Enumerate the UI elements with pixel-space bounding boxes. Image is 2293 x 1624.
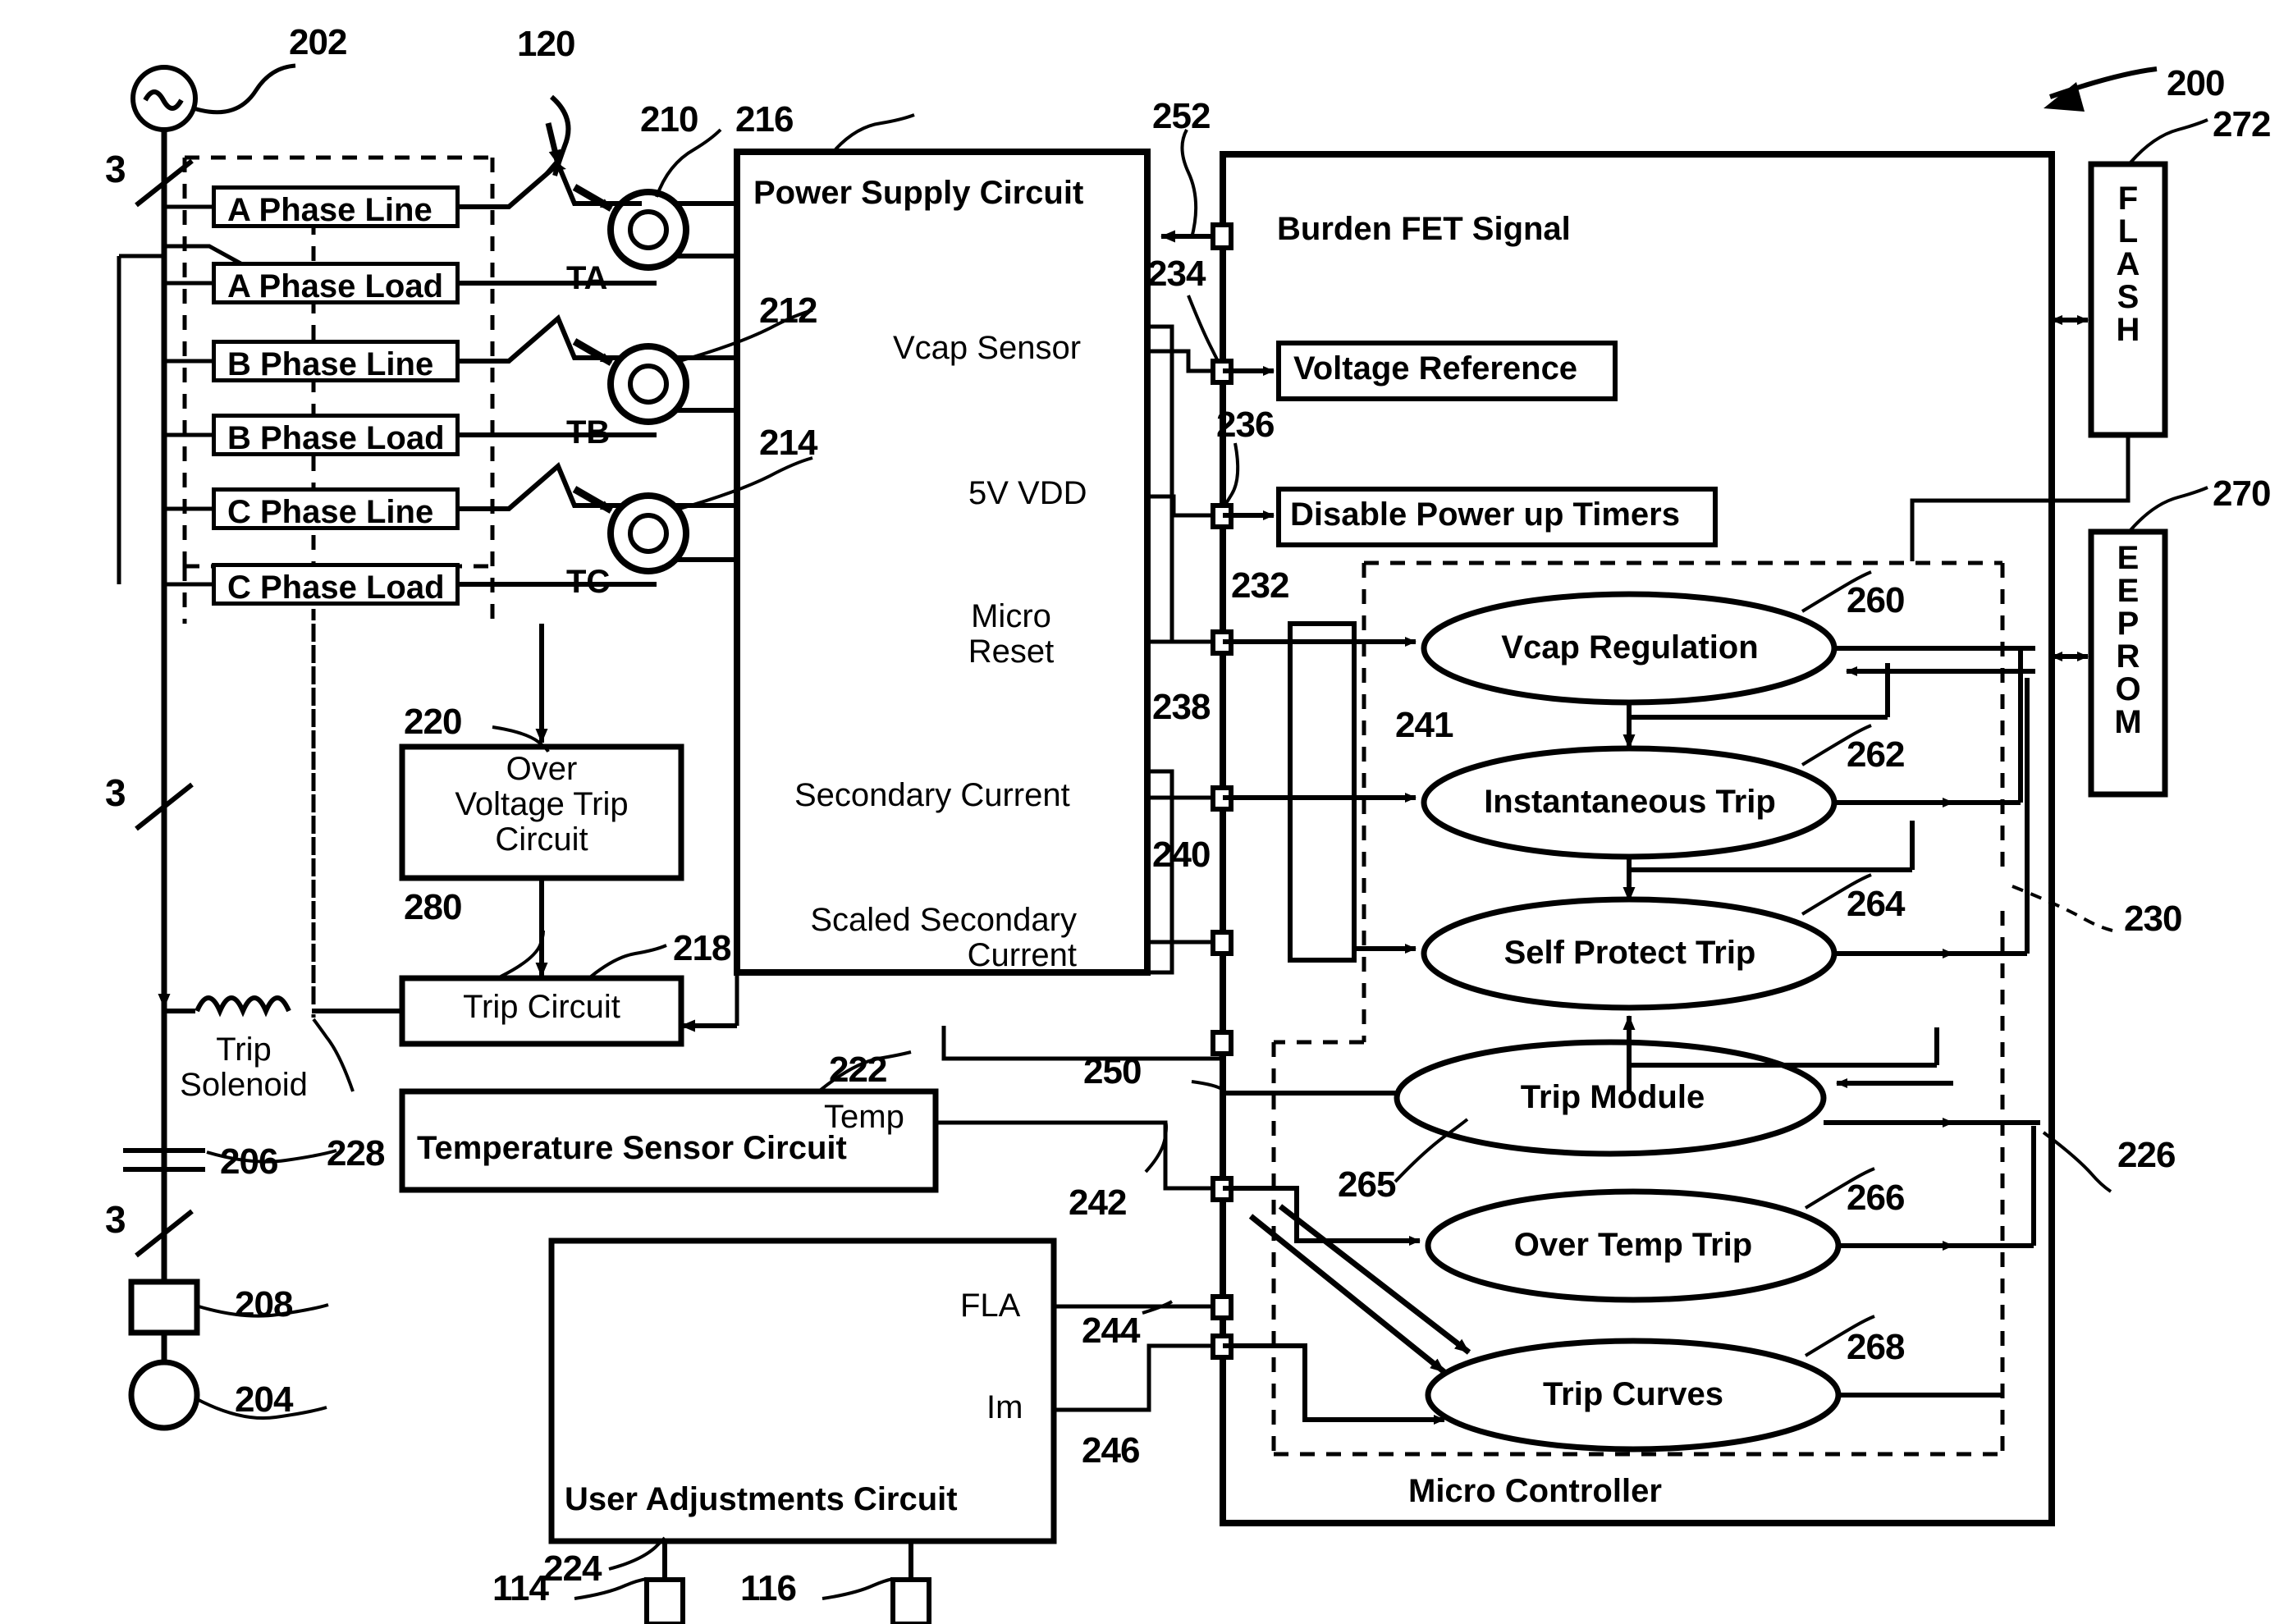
ref-236: 236 bbox=[1216, 405, 1275, 445]
power-supply-title: Power Supply Circuit bbox=[753, 175, 1084, 211]
signal-micro-reset: Micro Reset bbox=[968, 598, 1055, 670]
ref-224: 224 bbox=[543, 1549, 602, 1589]
eeprom-label: E E P R O M bbox=[2114, 540, 2142, 740]
phase-box-a-line: A Phase Line bbox=[212, 185, 460, 228]
phase-box-b-line: B Phase Line bbox=[212, 340, 460, 382]
ref-114-knob: 114 bbox=[492, 1568, 549, 1608]
ref-242: 242 bbox=[1069, 1183, 1127, 1223]
self-protect-trip-label: Self Protect Trip bbox=[1503, 935, 1756, 971]
burden-fet-signal-label: Burden FET Signal bbox=[1277, 211, 1571, 247]
a-phase-load-label: A Phase Load bbox=[227, 268, 444, 304]
fla-output-label: FLA bbox=[960, 1288, 1021, 1324]
voltage-reference-label: Voltage Reference bbox=[1293, 350, 1578, 387]
vcap-regulation-label: Vcap Regulation bbox=[1501, 629, 1759, 666]
signal-5v-vdd: 5V VDD bbox=[968, 475, 1087, 511]
phase-count-bottom: 3 bbox=[105, 1198, 126, 1241]
phase-box-c-line: C Phase Line bbox=[212, 487, 460, 530]
ref-202-ac-source: 202 bbox=[289, 22, 347, 62]
ref-208-resistor: 208 bbox=[235, 1284, 293, 1324]
diagram-wires bbox=[117, 63, 2208, 1624]
temperature-sensor-title: Temperature Sensor Circuit bbox=[417, 1130, 847, 1166]
instantaneous-trip-label: Instantaneous Trip bbox=[1484, 784, 1776, 820]
disable-power-up-timers-label: Disable Power up Timers bbox=[1290, 496, 1680, 533]
ref-234: 234 bbox=[1147, 254, 1206, 294]
ref-116-knob: 116 bbox=[740, 1568, 797, 1608]
flash-label: F L A S H bbox=[2116, 181, 2140, 348]
ref-226-bus: 226 bbox=[2117, 1135, 2176, 1175]
ref-268: 268 bbox=[1847, 1327, 1905, 1367]
ref-210-ct: 210 bbox=[640, 99, 698, 140]
phase-box-a-load: A Phase Load bbox=[212, 262, 460, 304]
figure-number: 200 bbox=[2167, 63, 2225, 103]
ref-222: 222 bbox=[829, 1050, 887, 1090]
b-phase-load-label: B Phase Load bbox=[227, 420, 445, 456]
ct-ta-label: TA bbox=[566, 260, 608, 296]
ref-228: 228 bbox=[327, 1133, 385, 1173]
over-voltage-trip-title: Over Voltage Trip Circuit bbox=[455, 751, 629, 858]
ref-272-flash: 272 bbox=[2213, 104, 2271, 144]
temp-output-label: Temp bbox=[824, 1099, 904, 1135]
user-adjustments-title: User Adjustments Circuit bbox=[565, 1481, 958, 1517]
ref-260: 260 bbox=[1847, 580, 1905, 620]
ref-264: 264 bbox=[1847, 884, 1905, 924]
signal-secondary-current: Secondary Current bbox=[794, 777, 1070, 813]
signal-scaled-secondary-current: Scaled Secondary Current bbox=[810, 902, 1077, 974]
ref-241: 241 bbox=[1395, 705, 1453, 745]
ref-262: 262 bbox=[1847, 734, 1905, 775]
over-temp-trip-label: Over Temp Trip bbox=[1513, 1227, 1753, 1263]
ref-216-power-supply: 216 bbox=[735, 99, 794, 140]
ct-tb-label: TB bbox=[566, 414, 611, 451]
ref-250: 250 bbox=[1083, 1051, 1142, 1091]
ref-240: 240 bbox=[1152, 835, 1211, 875]
trip-curves-label: Trip Curves bbox=[1542, 1376, 1724, 1412]
c-phase-line-label: C Phase Line bbox=[227, 494, 434, 530]
ct-tc-label: TC bbox=[566, 564, 611, 600]
phase-count-top: 3 bbox=[105, 148, 126, 190]
ref-230-dashed: 230 bbox=[2124, 899, 2182, 939]
b-phase-line-label: B Phase Line bbox=[227, 346, 434, 382]
ref-252: 252 bbox=[1152, 96, 1211, 136]
ref-120-breaker: 120 bbox=[517, 24, 575, 64]
ref-265: 265 bbox=[1338, 1164, 1396, 1205]
phase-count-mid: 3 bbox=[105, 771, 126, 814]
ref-212-ct: 212 bbox=[759, 290, 817, 331]
trip-module-label: Trip Module bbox=[1520, 1079, 1705, 1115]
ref-244: 244 bbox=[1082, 1311, 1140, 1351]
ref-204-load: 204 bbox=[235, 1379, 293, 1420]
ref-206-capacitor: 206 bbox=[220, 1141, 278, 1182]
patent-figure-canvas: 200 202 3 3 206 3 208 204 120 A Phase Li… bbox=[0, 0, 2293, 1624]
signal-vcap-sensor: Vcap Sensor bbox=[893, 330, 1082, 366]
phase-box-c-load: C Phase Load bbox=[212, 563, 460, 606]
ref-270-eeprom: 270 bbox=[2213, 473, 2271, 514]
ref-220: 220 bbox=[404, 702, 462, 742]
ref-218: 218 bbox=[673, 928, 731, 968]
trip-circuit-title: Trip Circuit bbox=[463, 989, 620, 1025]
ref-246: 246 bbox=[1082, 1430, 1140, 1471]
a-phase-line-label: A Phase Line bbox=[227, 192, 433, 228]
ref-214-ct: 214 bbox=[759, 423, 817, 463]
micro-controller-title: Micro Controller bbox=[1408, 1473, 1662, 1509]
ref-238: 238 bbox=[1152, 687, 1211, 727]
ref-266: 266 bbox=[1847, 1178, 1905, 1218]
c-phase-load-label: C Phase Load bbox=[227, 570, 445, 606]
trip-solenoid-label: Trip Solenoid bbox=[180, 1032, 308, 1104]
ref-232: 232 bbox=[1231, 565, 1289, 606]
phase-box-b-load: B Phase Load bbox=[212, 414, 460, 456]
ref-280: 280 bbox=[404, 887, 462, 927]
im-output-label: Im bbox=[986, 1389, 1023, 1425]
